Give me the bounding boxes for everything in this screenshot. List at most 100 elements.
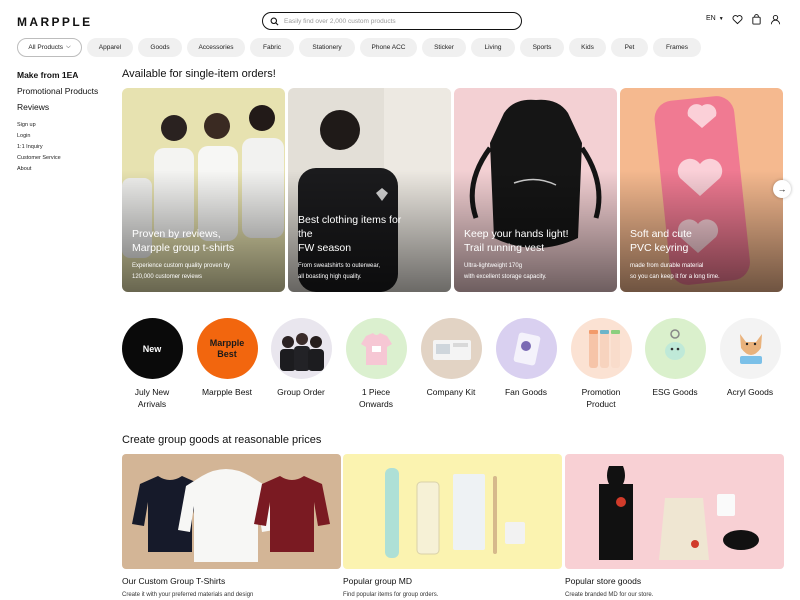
heart-icon[interactable]	[732, 14, 743, 25]
search-input[interactable]	[284, 17, 504, 25]
sidebar-link-customer-service[interactable]: Customer Service	[17, 155, 98, 161]
circle-image-esg	[644, 318, 706, 379]
circle-image-group-order	[270, 318, 332, 379]
chevron-down-icon: ⌵	[66, 44, 71, 50]
circle-category-july-new-arrivals[interactable]: New July New Arrivals	[117, 318, 187, 410]
category-pill-pet[interactable]: Pet	[611, 38, 648, 57]
category-pill-stationery[interactable]: Stationery	[299, 38, 355, 57]
group-card-store[interactable]	[565, 454, 784, 569]
circle-image-fan-goods	[495, 318, 557, 379]
circle-label: 1 Piece Onwards	[358, 387, 393, 409]
sidebar-link-about[interactable]: About	[17, 166, 98, 172]
group-order-illustration	[279, 333, 324, 371]
all-products-label: All Products	[28, 44, 64, 51]
search-icon	[270, 17, 279, 25]
sidebar-link-inquiry[interactable]: 1:1 Inquiry	[17, 144, 98, 150]
circle-label: Marpple Best	[201, 387, 253, 397]
category-pill-apparel[interactable]: Apparel	[87, 38, 133, 57]
cart-icon[interactable]	[751, 14, 762, 25]
hero-title: Keep your hands light! Trail running ves…	[464, 228, 569, 254]
circle-image-acryl	[719, 318, 781, 379]
sidebar-item-reviews[interactable]: Reviews	[17, 102, 98, 112]
category-pill-sports[interactable]: Sports	[520, 38, 564, 57]
circle-image-company-kit	[420, 318, 482, 379]
carousel-next-button[interactable]: →	[773, 180, 791, 198]
hero-title: Soft and cute PVC keyring	[630, 228, 692, 254]
hero-text: Soft and cute PVC keyring made from dura…	[630, 227, 777, 282]
hero-card-pvc-keyring[interactable]: Soft and cute PVC keyring made from dura…	[620, 88, 783, 292]
hero-title: Proven by reviews, Marpple group t-shirt…	[132, 228, 235, 254]
circle-label: Promotion Product	[581, 387, 621, 409]
circle-category-marpple-best[interactable]: Marpple Best Marpple Best	[192, 318, 262, 398]
category-pill-accessories[interactable]: Accessories	[187, 38, 245, 57]
group-card-tshirts[interactable]	[122, 454, 341, 569]
group-card-title[interactable]: Our Custom Group T-Shirts	[122, 576, 225, 586]
search-bar[interactable]	[262, 12, 522, 30]
bottles-illustration	[588, 330, 620, 368]
category-pill-phone-acc[interactable]: Phone ACC	[360, 38, 417, 57]
group-card-image-md	[385, 468, 525, 558]
circle-category-company-kit[interactable]: Company Kit	[416, 318, 486, 398]
circle-category-group-order[interactable]: Group Order	[266, 318, 336, 398]
user-icon[interactable]	[770, 14, 781, 25]
circle-image-best: Marpple Best	[196, 318, 258, 379]
category-pill-goods[interactable]: Goods	[138, 38, 182, 57]
circle-category-1-piece-onwards[interactable]: 1 Piece Onwards	[341, 318, 411, 410]
company-kit-illustration	[432, 340, 471, 360]
sidebar-link-sign-up[interactable]: Sign up	[17, 122, 98, 128]
hero-card-group-tshirts[interactable]: Proven by reviews, Marpple group t-shirt…	[122, 88, 285, 292]
category-pill-kids[interactable]: Kids	[569, 38, 606, 57]
language-label: EN	[706, 15, 716, 22]
circle-image-new: New	[121, 318, 183, 379]
category-pill-frames[interactable]: Frames	[653, 38, 701, 57]
hero-title: Best clothing items for the FW season	[298, 214, 402, 254]
language-selector[interactable]: EN ▼	[706, 15, 724, 22]
caret-down-icon: ▼	[718, 15, 724, 22]
group-card-title[interactable]: Popular store goods	[565, 576, 641, 586]
category-pill-sticker[interactable]: Sticker	[422, 38, 466, 57]
hero-text: Keep your hands light! Trail running ves…	[464, 227, 611, 282]
sidebar-item-make-from-1ea[interactable]: Make from 1EA	[17, 70, 98, 80]
section-title-group-goods: Create group goods at reasonable prices	[122, 434, 322, 446]
circle-category-fan-goods[interactable]: Fan Goods	[491, 318, 561, 398]
section-title-single-item: Available for single-item orders!	[122, 68, 276, 80]
keyring-illustration	[664, 329, 685, 360]
group-card-image-sweatshirts	[132, 469, 330, 562]
circle-category-esg-goods[interactable]: ESG Goods	[640, 318, 710, 398]
hero-desc: Experience custom quality proven by 120,…	[132, 263, 231, 280]
all-products-dropdown[interactable]: All Products ⌵	[17, 38, 82, 57]
hero-card-running-vest[interactable]: Keep your hands light! Trail running ves…	[454, 88, 617, 292]
group-card-title[interactable]: Popular group MD	[343, 576, 412, 586]
logo[interactable]: MARPPLE	[17, 15, 92, 29]
hero-desc: From sweatshirts to outerwear, all boast…	[298, 263, 381, 280]
hero-text: Best clothing items for the FW season Fr…	[298, 213, 445, 282]
circle-category-promotion-product[interactable]: Promotion Product	[566, 318, 636, 410]
best-badge-text: Marpple Best	[209, 337, 245, 359]
hero-desc: Ultra-lightweight 170g with excellent st…	[464, 263, 547, 280]
tshirt-illustration	[360, 333, 392, 365]
hero-text: Proven by reviews, Marpple group t-shirt…	[132, 227, 279, 282]
group-card-desc: Create it with your preferred materials …	[122, 592, 254, 598]
group-card-desc: Create branded MD for our store.	[565, 592, 654, 598]
circle-label: Group Order	[277, 387, 325, 397]
circle-label: July New Arrivals	[134, 387, 170, 409]
circle-category-acryl-goods[interactable]: Acryl Goods	[715, 318, 785, 398]
category-pill-living[interactable]: Living	[471, 38, 515, 57]
circle-label: Fan Goods	[504, 387, 548, 397]
circle-image-1-piece	[345, 318, 407, 379]
circle-label: Company Kit	[426, 387, 476, 397]
hero-desc: made from durable material so you can ke…	[630, 263, 720, 280]
sidebar: Make from 1EA Promotional Products Revie…	[17, 70, 98, 177]
fan-goods-illustration	[513, 332, 540, 366]
circle-label: Acryl Goods	[726, 387, 774, 397]
category-pill-fabric[interactable]: Fabric	[250, 38, 294, 57]
group-card-md[interactable]	[343, 454, 562, 569]
sidebar-item-promotional-products[interactable]: Promotional Products	[17, 86, 98, 96]
arrow-right-icon: →	[777, 184, 787, 194]
sidebar-links: Sign up Login 1:1 Inquiry Customer Servi…	[17, 122, 98, 172]
group-card-image-store	[599, 466, 759, 560]
circle-label: ESG Goods	[652, 387, 698, 397]
sidebar-link-login[interactable]: Login	[17, 133, 98, 139]
group-card-desc: Find popular items for group orders.	[343, 592, 439, 598]
hero-card-fw-season[interactable]: Best clothing items for the FW season Fr…	[288, 88, 451, 292]
